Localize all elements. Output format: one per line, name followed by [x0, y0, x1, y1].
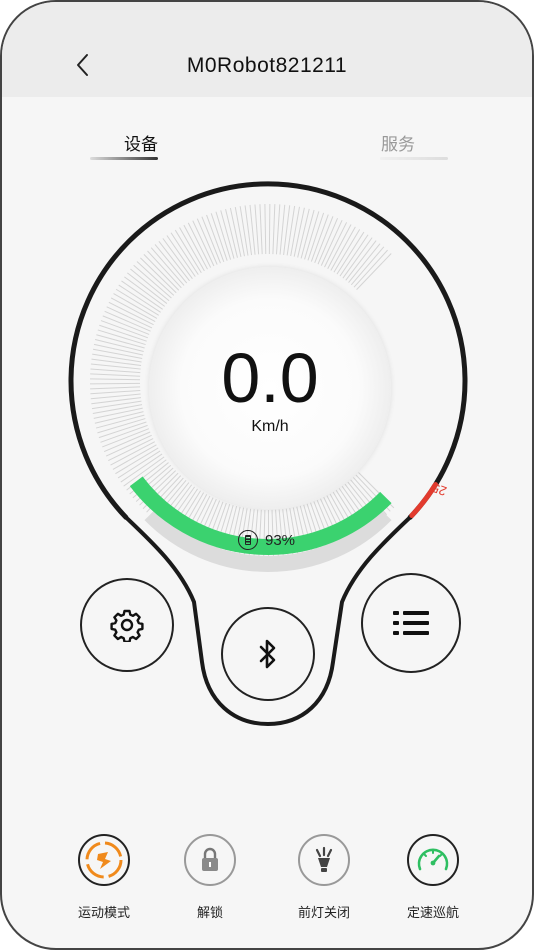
cruise-control-label: 定速巡航 — [406, 905, 459, 920]
unlock-button[interactable]: 解锁 — [170, 834, 250, 921]
sport-mode-button[interactable]: 运动模式 — [64, 834, 144, 921]
cruise-icon-wrap — [407, 834, 459, 886]
speed-tick — [210, 213, 228, 261]
speed-tick — [279, 204, 286, 255]
sport-mode-icon — [85, 841, 123, 879]
speed-tick — [90, 373, 141, 377]
speed-unit: Km/h — [251, 418, 289, 435]
menu-button[interactable] — [361, 573, 461, 673]
speed-tick — [92, 348, 143, 359]
cruise-gauge-icon — [417, 848, 449, 871]
bluetooth-icon — [259, 639, 276, 669]
sport-mode-label: 运动模式 — [77, 905, 130, 920]
speed-tick — [259, 204, 263, 255]
speed-tick — [90, 386, 141, 390]
speed-tick — [317, 217, 339, 265]
battery-percent: 93% — [265, 531, 296, 549]
battery-status: 93% — [238, 528, 295, 552]
speed-tick — [90, 389, 141, 395]
gear-icon — [110, 609, 144, 642]
speed-tick — [92, 353, 142, 363]
speed-tick — [100, 424, 148, 443]
speed-tick — [99, 324, 147, 342]
speed-tick — [110, 297, 156, 322]
speed-tick — [234, 206, 245, 257]
speed-tick — [275, 204, 281, 255]
cruise-control-button[interactable]: 定速巡航 — [393, 834, 473, 921]
unlock-label: 解锁 — [196, 905, 223, 920]
settings-button[interactable] — [80, 578, 174, 672]
speed-tick — [90, 382, 141, 385]
headlight-button[interactable]: 前灯关闭 — [284, 834, 364, 921]
sport-mode-icon-wrap — [78, 834, 130, 886]
speed-tick — [320, 219, 343, 266]
speed-tick — [310, 214, 329, 262]
speed-tick — [90, 368, 141, 374]
speed-tick — [327, 224, 352, 270]
speed-tick — [272, 204, 276, 255]
bluetooth-button[interactable] — [221, 607, 315, 701]
speed-tick — [239, 206, 249, 256]
speed-tick — [290, 206, 301, 257]
headlight-icon-wrap — [298, 834, 350, 886]
speed-tick — [264, 204, 267, 255]
speed-value: 0.0 — [221, 339, 319, 417]
list-icon — [393, 611, 429, 635]
speed-tick — [105, 434, 152, 457]
speed-tick — [254, 204, 260, 255]
speed-tick — [268, 204, 271, 255]
headlight-icon — [315, 846, 333, 872]
battery-icon — [238, 530, 258, 550]
speed-tick — [110, 441, 156, 466]
speed-tick — [183, 224, 208, 270]
unlock-icon-wrap — [184, 834, 236, 886]
speed-tick — [104, 310, 151, 332]
speed-tick — [196, 218, 218, 265]
phone-frame: M0Robot821211 设备 服务 0.0 Km/h 25 93% 运动模式… — [0, 0, 534, 950]
padlock-icon — [202, 847, 218, 871]
speed-tick — [92, 404, 143, 415]
headlight-label: 前灯关闭 — [297, 905, 350, 920]
speed-tick — [103, 431, 151, 453]
speed-tick — [90, 378, 141, 381]
speed-tick — [90, 393, 141, 400]
